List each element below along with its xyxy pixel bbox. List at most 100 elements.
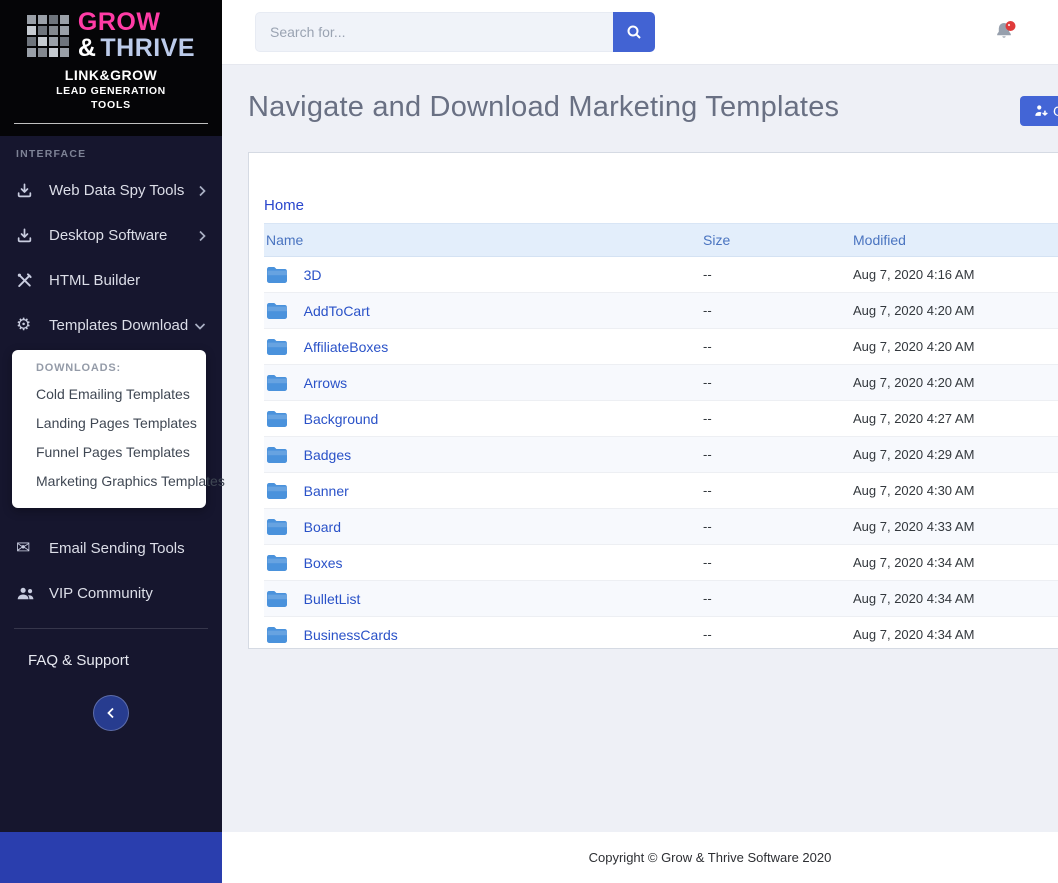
file-size: -- — [701, 292, 851, 329]
search-bar — [255, 12, 655, 52]
file-size: -- — [701, 364, 851, 401]
sidebar-item-label: Email Sending Tools — [49, 540, 185, 557]
logo-subtitle-1: LINK&GROW — [64, 67, 158, 83]
chevron-left-icon — [107, 707, 114, 719]
envelope-icon: ✉ — [16, 538, 31, 558]
folder-icon — [267, 447, 288, 463]
sidebar-item-label: Web Data Spy Tools — [49, 182, 185, 199]
notifications-button[interactable] — [994, 20, 1018, 47]
file-modified: Aug 7, 2020 4:27 AM — [851, 400, 1058, 437]
folder-link[interactable]: BusinessCards — [304, 627, 398, 643]
file-modified: Aug 7, 2020 4:34 AM — [851, 580, 1058, 617]
footer: Copyright © Grow & Thrive Software 2020 — [222, 832, 1058, 883]
sidebar-item-faq-support[interactable]: FAQ & Support — [0, 641, 222, 681]
sidebar: GROW & THRIVE LINK&GROW LEAD GENERATION … — [0, 0, 225, 832]
sidebar-item-web-data-spy-tools[interactable]: Web Data Spy Tools — [0, 168, 222, 213]
page-title: Navigate and Download Marketing Template… — [248, 91, 840, 123]
sidebar-collapse-button[interactable] — [93, 695, 129, 731]
logo: GROW & THRIVE LINK&GROW LEAD GENERATION … — [0, 0, 222, 136]
submenu-item[interactable]: Cold Emailing Templates — [36, 380, 206, 409]
sidebar-item-vip-community[interactable]: VIP Community — [0, 571, 222, 616]
table-row[interactable]: BulletList -- Aug 7, 2020 4:34 AM — [264, 580, 1058, 617]
table-row[interactable]: Banner -- Aug 7, 2020 4:30 AM — [264, 472, 1058, 509]
table-row[interactable]: Background -- Aug 7, 2020 4:27 AM — [264, 400, 1058, 437]
sidebar-item-templates-download[interactable]: ⚙ Templates Download — [0, 303, 222, 348]
copyright-text: Copyright © Grow & Thrive Software 2020 — [588, 850, 832, 865]
sidebar-section-label: INTERFACE — [16, 148, 87, 160]
download-icon — [16, 227, 40, 244]
search-input[interactable] — [255, 12, 613, 52]
table-row[interactable]: Arrows -- Aug 7, 2020 4:20 AM — [264, 364, 1058, 401]
folder-icon — [267, 375, 288, 391]
table-row[interactable]: BusinessCards -- Aug 7, 2020 4:34 AM — [264, 616, 1058, 648]
file-modified: Aug 7, 2020 4:16 AM — [851, 256, 1058, 293]
breadcrumb: Home — [264, 197, 1058, 214]
table-row[interactable]: Badges -- Aug 7, 2020 4:29 AM — [264, 436, 1058, 473]
breadcrumb-home-link[interactable]: Home — [264, 197, 304, 214]
file-size: -- — [701, 616, 851, 648]
folder-link[interactable]: AffiliateBoxes — [304, 339, 389, 355]
search-button[interactable] — [613, 12, 655, 52]
column-header-size[interactable]: Size — [701, 223, 851, 257]
folder-link[interactable]: Badges — [304, 447, 351, 463]
folder-icon — [267, 411, 288, 427]
logo-subtitle-2: LEAD GENERATION — [56, 85, 166, 97]
folder-link[interactable]: Arrows — [304, 375, 348, 391]
folder-link[interactable]: BulletList — [304, 591, 361, 607]
file-modified: Aug 7, 2020 4:33 AM — [851, 508, 1058, 545]
table-row[interactable]: AffiliateBoxes -- Aug 7, 2020 4:20 AM — [264, 328, 1058, 365]
folder-link[interactable]: Board — [304, 519, 341, 535]
submenu-title: DOWNLOADS: — [36, 362, 121, 374]
folder-icon — [267, 483, 288, 499]
download-icon — [16, 182, 40, 199]
sidebar-item-label: HTML Builder — [49, 272, 141, 289]
column-header-name[interactable]: Name — [264, 223, 701, 257]
folder-icon — [267, 591, 288, 607]
folder-icon — [267, 267, 288, 283]
footer-left-panel — [0, 832, 222, 883]
file-size: -- — [701, 400, 851, 437]
chevron-right-icon — [198, 230, 206, 242]
file-modified: Aug 7, 2020 4:20 AM — [851, 292, 1058, 329]
logo-grow-text: GROW — [77, 8, 161, 36]
file-modified: Aug 7, 2020 4:34 AM — [851, 544, 1058, 581]
column-header-modified[interactable]: Modified — [851, 223, 1058, 257]
templates-download-submenu: DOWNLOADS: Cold Emailing Templates Landi… — [12, 350, 225, 508]
submenu-list: Cold Emailing Templates Landing Pages Te… — [36, 380, 225, 496]
logo-subtitle-3: TOOLS — [91, 99, 131, 111]
logo-ampersand: & — [77, 33, 96, 62]
folder-link[interactable]: AddToCart — [304, 303, 370, 319]
table-header-row: Name Size Modified — [264, 223, 1058, 257]
file-size: -- — [701, 580, 851, 617]
submenu-item[interactable]: Marketing Graphics Templates — [36, 467, 225, 496]
table-row[interactable]: 3D -- Aug 7, 2020 4:16 AM — [264, 256, 1058, 293]
table-row[interactable]: Board -- Aug 7, 2020 4:33 AM — [264, 508, 1058, 545]
file-browser-card: Home Name Size Modified 3D -- Aug 7, 202… — [248, 152, 1058, 649]
table-row[interactable]: Boxes -- Aug 7, 2020 4:34 AM — [264, 544, 1058, 581]
sidebar-item-email-sending-tools[interactable]: ✉ Email Sending Tools — [0, 526, 222, 571]
sidebar-item-desktop-software[interactable]: Desktop Software — [0, 213, 222, 258]
submenu-item[interactable]: Funnel Pages Templates — [36, 438, 206, 467]
topbar — [222, 0, 1058, 65]
file-modified: Aug 7, 2020 4:20 AM — [851, 328, 1058, 365]
users-icon — [16, 586, 40, 601]
sidebar-item-html-builder[interactable]: HTML Builder — [0, 258, 222, 303]
go-button[interactable]: Go — [1020, 96, 1058, 126]
folder-link[interactable]: Background — [304, 411, 379, 427]
file-size: -- — [701, 436, 851, 473]
bell-icon — [997, 21, 1016, 38]
file-size: -- — [701, 544, 851, 581]
notification-badge — [1005, 21, 1016, 31]
table-row[interactable]: AddToCart -- Aug 7, 2020 4:20 AM — [264, 292, 1058, 329]
file-modified: Aug 7, 2020 4:30 AM — [851, 472, 1058, 509]
submenu-item[interactable]: Landing Pages Templates — [36, 409, 206, 438]
folder-link[interactable]: Boxes — [304, 555, 343, 571]
logo-thrive-text: THRIVE — [100, 33, 196, 62]
folder-link[interactable]: Banner — [304, 483, 349, 499]
folder-link[interactable]: 3D — [304, 267, 322, 283]
file-modified: Aug 7, 2020 4:34 AM — [851, 616, 1058, 648]
folder-icon — [267, 519, 288, 535]
folder-icon — [267, 627, 288, 643]
file-modified: Aug 7, 2020 4:29 AM — [851, 436, 1058, 473]
files-table: Name Size Modified 3D -- Aug 7, 2020 4:1… — [264, 223, 1058, 648]
